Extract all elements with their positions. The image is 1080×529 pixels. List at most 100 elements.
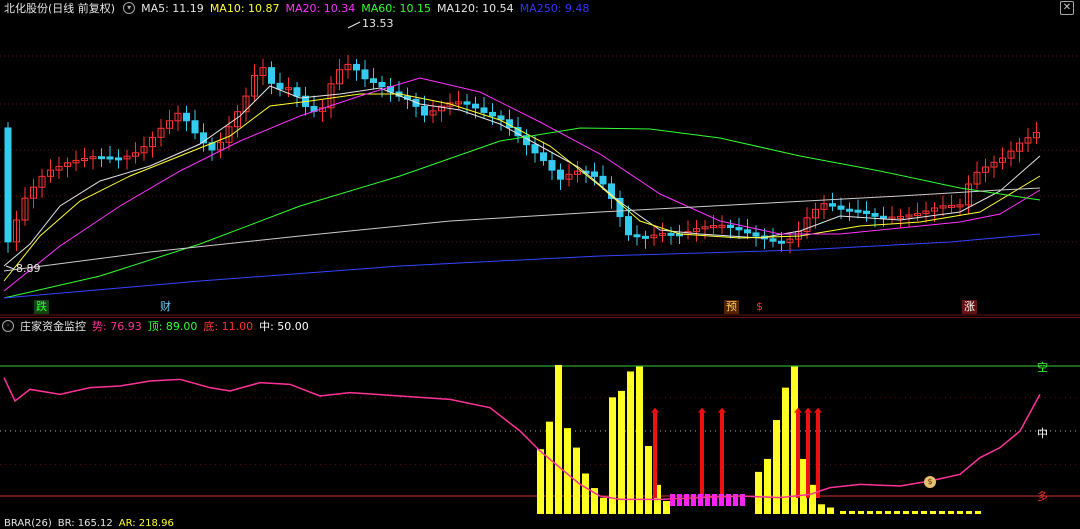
candle-body bbox=[557, 169, 564, 180]
shi-line bbox=[3, 377, 1041, 501]
candle-body bbox=[378, 81, 386, 88]
ma10-label: MA10: 10.87 bbox=[209, 1, 280, 15]
signal-dollar: $ bbox=[756, 300, 763, 313]
chart-title: 北化股份(日线 前复权) bbox=[4, 2, 116, 15]
indicator-ding: 顶: 89.00 bbox=[147, 320, 198, 333]
candle-body bbox=[106, 156, 114, 160]
magenta-bar bbox=[705, 494, 710, 506]
dropdown-icon[interactable]: ▾ bbox=[123, 2, 136, 14]
candle-body bbox=[191, 120, 199, 134]
candle-body bbox=[591, 171, 598, 177]
price-header: 北化股份(日线 前复权) ▾ MA5: 11.19 MA10: 10.87 MA… bbox=[0, 0, 1080, 16]
indicator-shi: 势: 76.93 bbox=[92, 320, 142, 333]
high-price-label: 13.53 bbox=[362, 17, 394, 30]
yellow-bar bbox=[582, 473, 589, 514]
candle-body bbox=[98, 156, 105, 160]
yellow-bar bbox=[546, 421, 553, 514]
magenta-bar bbox=[712, 494, 717, 506]
yellow-tick bbox=[840, 511, 846, 514]
candle-body bbox=[531, 144, 539, 154]
candle-body bbox=[871, 213, 879, 217]
ma250-label: MA250: 9.48 bbox=[519, 1, 590, 15]
yellow-tick bbox=[939, 511, 945, 514]
candle-body bbox=[353, 63, 360, 71]
ma20-line bbox=[3, 77, 1041, 292]
red-arrow-bar bbox=[816, 412, 820, 498]
yellow-bar bbox=[645, 445, 652, 514]
red-arrow-head bbox=[718, 407, 726, 413]
candle-body bbox=[480, 107, 488, 113]
yellow-bar bbox=[618, 390, 625, 514]
low-marker-line bbox=[5, 265, 15, 270]
money-bag-icon: $ bbox=[924, 476, 936, 488]
magenta-bar bbox=[698, 494, 703, 506]
yellow-tick bbox=[867, 511, 873, 514]
candle-body bbox=[463, 101, 471, 105]
red-arrow-bar bbox=[653, 412, 657, 498]
candle-body bbox=[625, 216, 632, 236]
candle-body bbox=[829, 203, 836, 207]
red-arrow-head bbox=[651, 407, 659, 413]
ma250-line bbox=[3, 233, 1041, 299]
yellow-bar bbox=[627, 371, 634, 514]
candle-body bbox=[633, 234, 641, 238]
label-zhong: 中 bbox=[1037, 427, 1048, 440]
magenta-bar bbox=[719, 494, 724, 506]
candle-body bbox=[642, 235, 649, 239]
candle-body bbox=[472, 103, 479, 109]
magenta-bar bbox=[670, 494, 675, 506]
candle-body bbox=[268, 67, 275, 84]
candle-body bbox=[115, 157, 122, 161]
ma120-label: MA120: 10.54 bbox=[436, 1, 514, 15]
indicator-zhong: 中: 50.00 bbox=[259, 320, 309, 333]
red-arrow-bar bbox=[720, 412, 724, 498]
ma10-line bbox=[3, 93, 1041, 282]
yellow-bar bbox=[755, 471, 762, 514]
indicator-chart[interactable] bbox=[0, 334, 1080, 518]
candle-body bbox=[183, 112, 190, 122]
candle-body bbox=[837, 205, 845, 210]
yellow-tick bbox=[930, 511, 936, 514]
yellow-bar bbox=[818, 504, 825, 514]
close-icon[interactable]: ✕ bbox=[1060, 1, 1074, 15]
yellow-bar bbox=[800, 458, 807, 514]
yellow-tick bbox=[849, 511, 855, 514]
signal-die: 跌 bbox=[34, 300, 49, 314]
red-arrow-bar bbox=[806, 412, 810, 498]
candle-body bbox=[863, 210, 870, 215]
yellow-tick bbox=[966, 511, 972, 514]
yellow-tick bbox=[858, 511, 864, 514]
candle-body bbox=[752, 232, 760, 237]
indicator-di: 底: 11.00 bbox=[203, 320, 254, 333]
ma60-label: MA60: 10.15 bbox=[361, 1, 431, 15]
candle-body bbox=[361, 69, 369, 80]
candle-body bbox=[880, 215, 887, 219]
indicator-title: 庄家资金监控 bbox=[20, 320, 86, 333]
yellow-bar bbox=[609, 397, 616, 514]
yellow-tick bbox=[948, 511, 954, 514]
candle-body bbox=[421, 105, 428, 116]
ma20-label: MA20: 10.34 bbox=[285, 1, 356, 15]
candle-body bbox=[846, 208, 853, 212]
candle-body bbox=[540, 152, 547, 162]
yellow-bar bbox=[827, 507, 834, 514]
price-chart[interactable]: 13.53 8.89 bbox=[0, 16, 1080, 316]
signal-yu: 预 bbox=[724, 300, 739, 314]
red-arrow-bar bbox=[700, 412, 704, 498]
indicator-header: ◦ 庄家资金监控 势: 76.93 顶: 89.00 底: 11.00 中: 5… bbox=[0, 317, 1080, 334]
label-kong: 空 bbox=[1037, 361, 1048, 374]
yellow-bar bbox=[537, 449, 544, 514]
indicator-settings-icon[interactable]: ◦ bbox=[2, 320, 14, 332]
candle-body bbox=[854, 209, 862, 213]
magenta-bar bbox=[677, 494, 682, 506]
yellow-tick bbox=[903, 511, 909, 514]
yellow-bar bbox=[782, 387, 789, 514]
yellow-bar bbox=[636, 366, 643, 514]
yellow-bar bbox=[809, 484, 816, 514]
low-price-label: 8.89 bbox=[16, 262, 41, 275]
ma60-line bbox=[3, 127, 1041, 299]
yellow-tick bbox=[921, 511, 927, 514]
yellow-bar bbox=[600, 497, 607, 514]
ma5-label: MA5: 11.19 bbox=[141, 1, 204, 15]
candle-body bbox=[769, 238, 777, 242]
